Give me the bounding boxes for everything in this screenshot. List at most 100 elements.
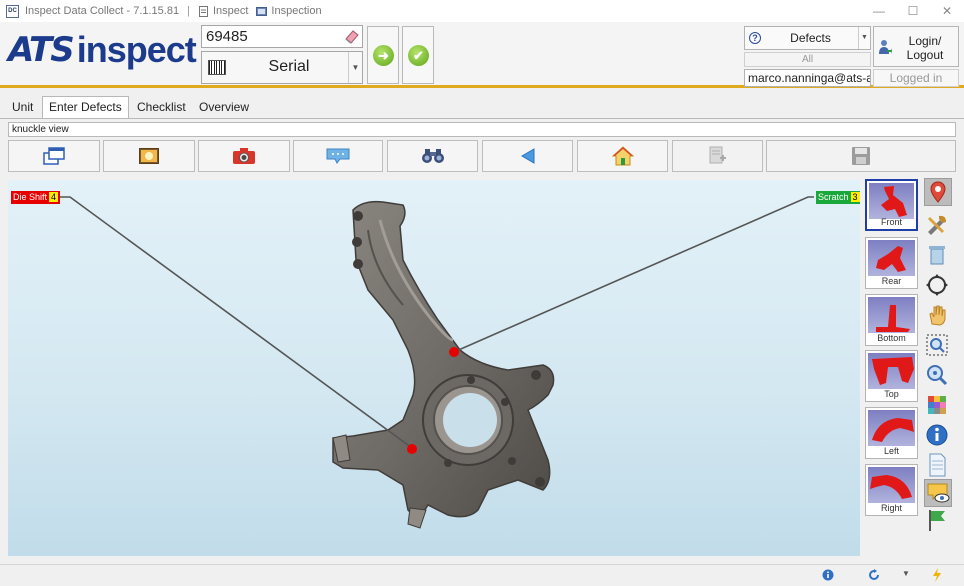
- map-marker-icon: [930, 181, 946, 203]
- login-logout-button[interactable]: Login/Logout: [873, 26, 959, 67]
- user-email-field: marco.nanninga@ats-ac: [744, 69, 871, 87]
- defect-marker-scratch[interactable]: [449, 347, 459, 357]
- logo-ats: ATS: [8, 30, 75, 70]
- pan-hand-icon: [929, 305, 946, 326]
- view-label-right: Right: [880, 503, 902, 513]
- binoculars-icon: [421, 149, 444, 163]
- top-view-image: [868, 353, 915, 389]
- sync-icon[interactable]: [868, 569, 880, 581]
- tab-unit[interactable]: Unit: [12, 98, 33, 118]
- title-separator: |: [187, 5, 190, 17]
- help-icon: ?: [749, 32, 761, 44]
- rotate-icon: [926, 274, 948, 296]
- info-tool[interactable]: [924, 422, 952, 450]
- view-thumb-left[interactable]: Left: [865, 407, 918, 459]
- title-crumb-inspect: Inspect: [212, 5, 249, 17]
- view-thumb-rear[interactable]: Rear: [865, 237, 918, 289]
- zoom-box-icon: [926, 334, 948, 356]
- bottom-view-image: [868, 297, 915, 333]
- map-marker-tool[interactable]: [924, 178, 952, 206]
- view-label-rear: Rear: [881, 276, 902, 286]
- serial-type-label: Serial: [268, 58, 310, 75]
- flag-icon: [929, 510, 945, 531]
- status-bar: ▼: [0, 564, 964, 586]
- tab-checklist[interactable]: Checklist: [137, 98, 186, 118]
- title-bar: DC Inspect Data Collect - 7.1.15.81 | In…: [0, 0, 964, 22]
- maximize-button[interactable]: ☐: [896, 0, 930, 22]
- chevron-down-icon[interactable]: ▼: [348, 52, 362, 83]
- save-button[interactable]: [766, 140, 956, 172]
- zoom-box-tool[interactable]: [924, 332, 952, 360]
- defect-label-scratch[interactable]: Scratch 3: [816, 191, 860, 204]
- comment-icon: [326, 148, 350, 164]
- minimize-button[interactable]: —: [862, 0, 896, 22]
- defect-marker-die-shift[interactable]: [407, 444, 417, 454]
- filter-all[interactable]: All: [744, 52, 871, 67]
- front-view-image: [869, 183, 914, 219]
- view-label-top: Top: [884, 389, 899, 399]
- view-thumb-bottom[interactable]: Bottom: [865, 294, 918, 346]
- window-view-button[interactable]: [8, 140, 100, 172]
- info-icon[interactable]: [822, 569, 834, 581]
- add-page-icon: [709, 146, 726, 164]
- model-viewport[interactable]: Die Shift 4 Scratch 3: [8, 180, 860, 556]
- color-palette-tool[interactable]: [924, 392, 952, 420]
- eraser-icon[interactable]: [343, 27, 361, 45]
- back-button[interactable]: [482, 140, 573, 172]
- zoom-tool[interactable]: [924, 362, 952, 390]
- document-tool[interactable]: [924, 452, 952, 480]
- ats-inspect-logo: ATS inspect: [8, 29, 197, 70]
- window-view-icon: [43, 147, 65, 165]
- trash-icon: [929, 246, 945, 265]
- rotate-tool[interactable]: [924, 272, 952, 300]
- knuckle-model[interactable]: [8, 180, 860, 556]
- defect-label-die-shift[interactable]: Die Shift 4: [11, 191, 61, 204]
- camera-button[interactable]: [198, 140, 290, 172]
- view-label-left: Left: [883, 446, 899, 456]
- barcode-icon: [208, 60, 226, 75]
- document-icon: [929, 453, 946, 477]
- color-palette-icon: [928, 396, 946, 414]
- defects-select[interactable]: ? Defects ▼: [744, 26, 871, 50]
- picture-icon: [139, 148, 159, 164]
- picture-button[interactable]: [103, 140, 195, 172]
- view-label-bottom: Bottom: [877, 333, 906, 343]
- view-name-field: knuckle view: [8, 122, 956, 137]
- chevron-down-icon[interactable]: ▼: [902, 569, 910, 578]
- tab-enter-defects[interactable]: Enter Defects: [42, 96, 129, 118]
- accept-button[interactable]: ✔: [402, 26, 434, 84]
- home-button[interactable]: [577, 140, 668, 172]
- find-button[interactable]: [387, 140, 478, 172]
- rear-view-image: [868, 240, 915, 276]
- trash-tool[interactable]: [924, 242, 952, 270]
- next-arrow-icon: ➜: [373, 45, 394, 66]
- info-icon: [926, 424, 948, 446]
- next-button[interactable]: ➜: [367, 26, 399, 84]
- close-button[interactable]: ✕: [930, 0, 964, 22]
- home-icon: [611, 146, 634, 166]
- serial-type-select[interactable]: Serial ▼: [201, 51, 363, 84]
- zoom-icon: [927, 365, 948, 386]
- login-logout-label: Login/Logout: [906, 34, 944, 62]
- chevron-down-icon[interactable]: ▼: [858, 27, 870, 49]
- tools-icon: [928, 215, 946, 235]
- comment-button[interactable]: [293, 140, 383, 172]
- app-title: Inspect Data Collect - 7.1.15.81: [25, 5, 180, 17]
- add-page-button[interactable]: [672, 140, 763, 172]
- tools-tool[interactable]: [924, 212, 952, 240]
- inspect-doc-icon: [198, 5, 208, 17]
- logged-in-status: Logged in: [873, 69, 959, 87]
- serial-input[interactable]: 69485: [201, 25, 363, 48]
- view-label-front: Front: [880, 217, 902, 227]
- flag-tool[interactable]: [924, 507, 952, 535]
- tab-overview[interactable]: Overview: [199, 98, 249, 118]
- app-icon: DC: [6, 4, 19, 18]
- view-thumb-front[interactable]: Front: [865, 179, 918, 231]
- save-icon: [852, 147, 870, 165]
- view-thumb-right[interactable]: Right: [865, 464, 918, 516]
- logo-inspect: inspect: [76, 29, 197, 70]
- eye-comment-tool[interactable]: [924, 479, 952, 507]
- view-thumb-top[interactable]: Top: [865, 350, 918, 402]
- tab-divider: [0, 118, 964, 119]
- pan-tool[interactable]: [924, 302, 952, 330]
